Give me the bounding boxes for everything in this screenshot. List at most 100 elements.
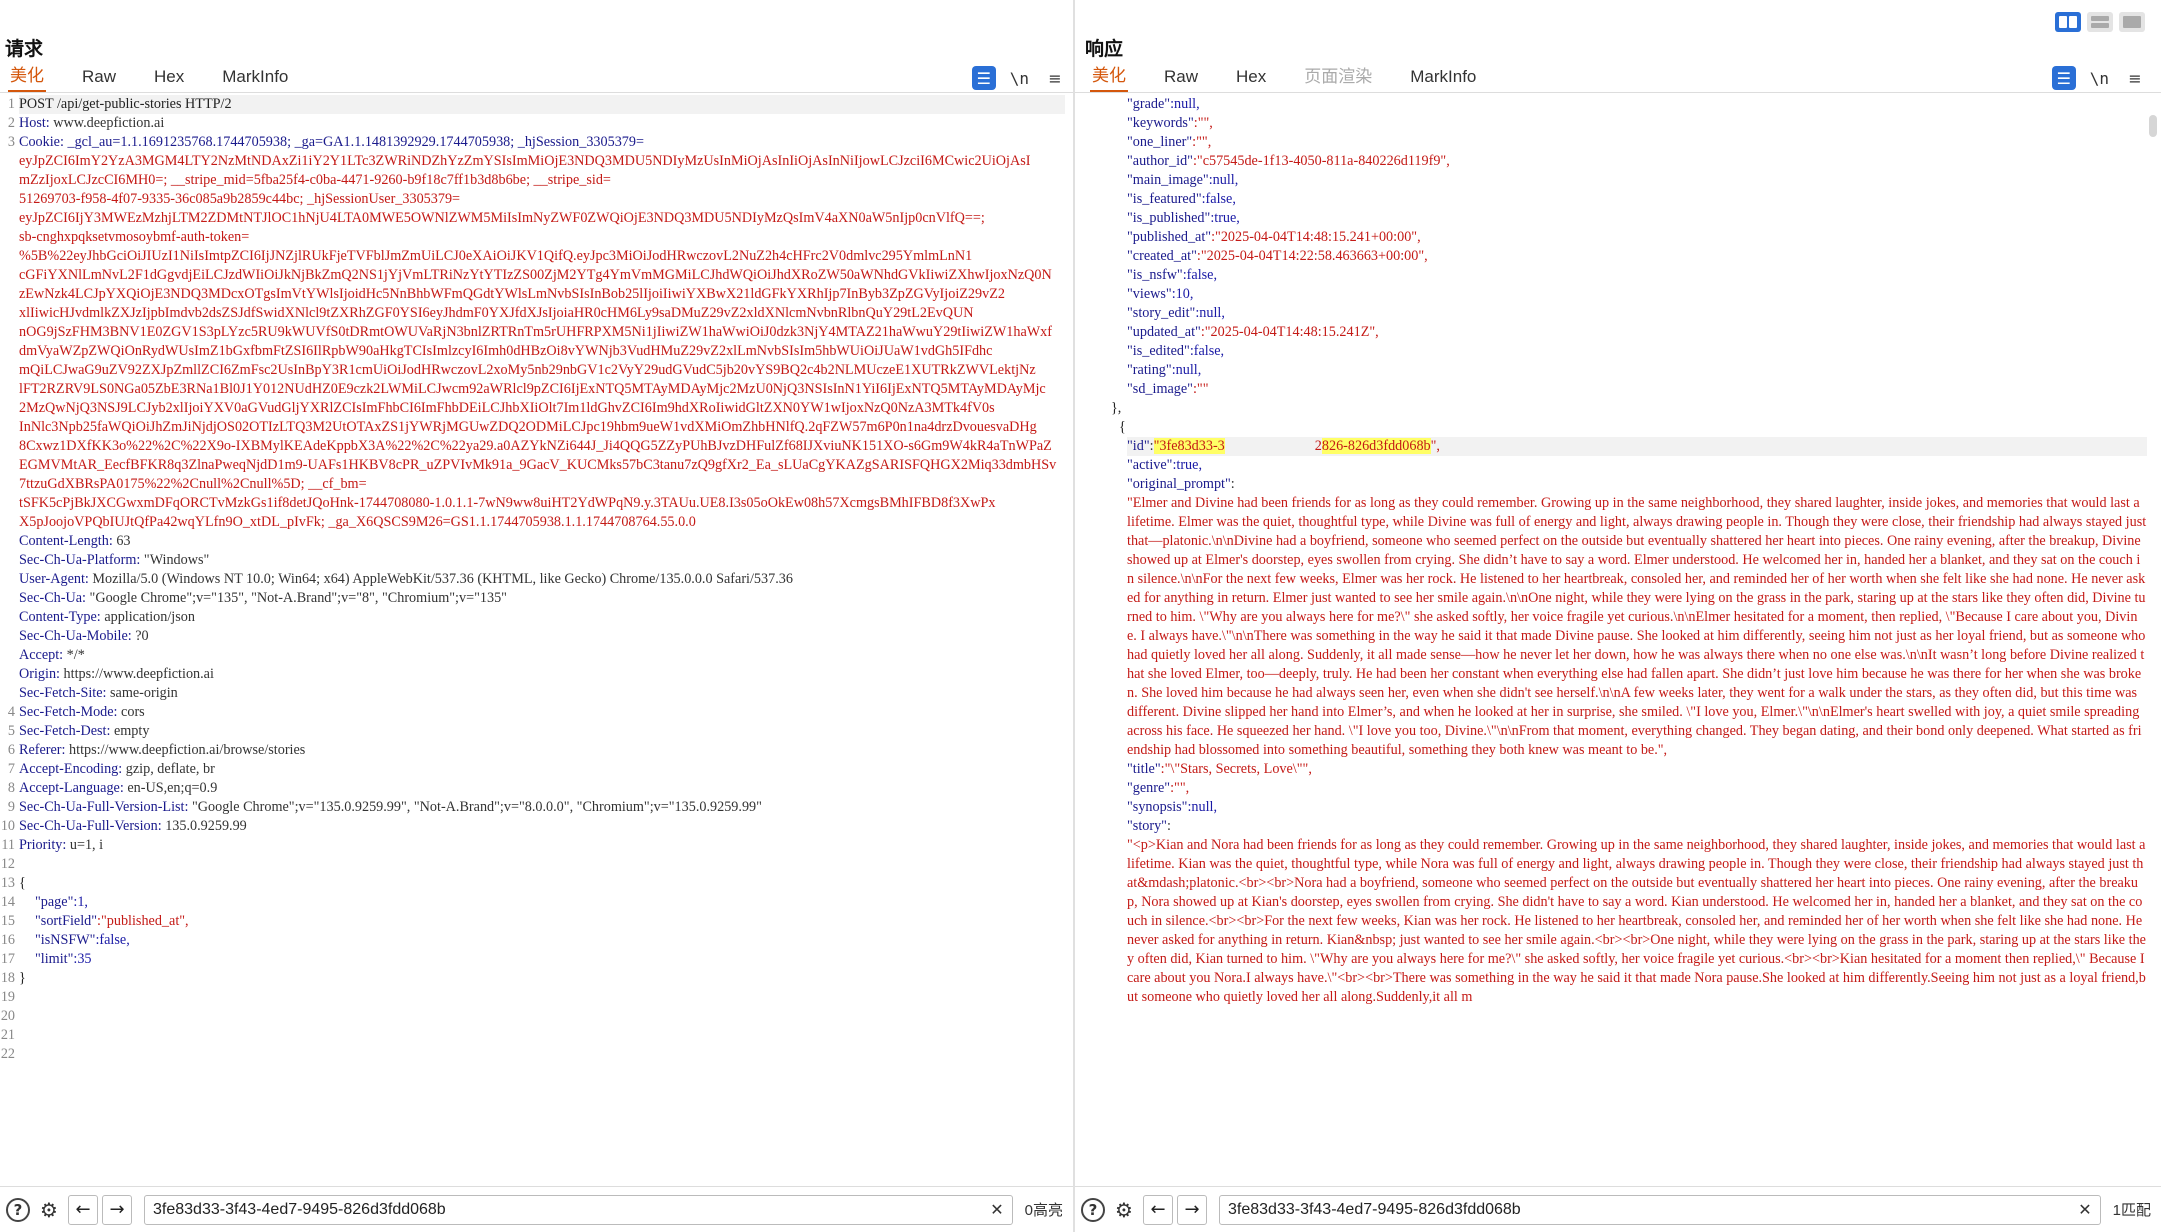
cookie-line: tSFK5cPjBkJXCGwxmDFqORCTvMzkGs1if8detJQo… — [19, 495, 996, 511]
line-number — [0, 456, 15, 475]
json-value: :false, — [95, 932, 130, 948]
next-match-button[interactable]: → — [1177, 1194, 1207, 1225]
line-number: 8 — [7, 780, 15, 796]
json-key: "limit" — [35, 951, 74, 967]
body-field: "isNSFW":false, — [19, 931, 1065, 950]
next-match-button[interactable]: → — [102, 1194, 132, 1225]
json-fields: "grade":null, "keywords":"", "one_liner":"… — [1127, 95, 2147, 399]
json-value: :"", — [1170, 780, 1190, 796]
header-value: https://www.deepfiction.ai/browse/storie… — [65, 742, 306, 758]
line-number: 9 — [7, 799, 15, 815]
header-key: Priority: — [19, 837, 67, 853]
line-number — [0, 304, 15, 323]
json-colon: : — [1166, 818, 1171, 834]
response-editor[interactable]: "grade":null, "keywords":"", "one_liner":"… — [1075, 95, 2161, 1186]
id-end: ", — [1430, 438, 1440, 454]
newline-toggle-icon[interactable]: \n — [2090, 69, 2109, 88]
request-editor[interactable]: 1 2 3 4 5 6 7 8 9 10 11 12 13 14 15 16 17 18 19 20 21 22 POST… — [0, 95, 1073, 1186]
line-number: 13 — [0, 875, 15, 891]
line-number: 22 — [0, 1046, 15, 1062]
tab-response-2[interactable]: Hex — [1234, 67, 1268, 92]
header-line: User-Agent: Mozilla/5.0 (Windows NT 10.0… — [19, 570, 1065, 589]
menu-icon[interactable]: ≡ — [2123, 66, 2147, 90]
header-line: Sec-Fetch-Mode: cors — [19, 703, 1065, 722]
json-field: "grade":null, — [1127, 95, 2147, 114]
header-key: Content-Type: — [19, 609, 101, 625]
wrap-toggle-icon[interactable]: ☰ — [971, 66, 996, 90]
line-number: 6 — [7, 742, 15, 758]
response-scrollbar[interactable] — [2149, 115, 2157, 137]
cookie-line: eyJpZCI6ImY2YzA3MGM4LTY2NzMtNDAxZi1iY2Y1… — [19, 153, 1031, 169]
arrow-right-icon: → — [109, 1199, 125, 1220]
line-number: 15 — [0, 913, 15, 929]
tab-request-1[interactable]: Raw — [80, 67, 118, 92]
header-value: empty — [110, 723, 150, 739]
cookie-line: zEwNzk4LCJpYXQiOjE3NDQ3MDcxOTgsImVtYWlsI… — [19, 286, 1005, 302]
line-number — [0, 418, 15, 437]
line-number — [0, 475, 15, 494]
header-line: Host: www.deepfiction.ai — [19, 114, 1065, 133]
json-value: :35 — [73, 951, 92, 967]
header-key: Sec-Ch-Ua: — [19, 590, 86, 606]
json-field: "is_published":true, — [1127, 209, 2147, 228]
cookie-line: 8Cxwz1DXfKK3o%22%2C%22X9o-IXBMylKEAdeKpp… — [19, 438, 1052, 454]
line-number: 16 — [0, 932, 15, 948]
json-key: "sortField" — [35, 913, 98, 929]
layout-stack-icon[interactable] — [2087, 12, 2113, 32]
header-line: Accept-Encoding: gzip, deflate, br — [19, 760, 1065, 779]
tab-request-3[interactable]: MarkInfo — [220, 67, 290, 92]
header-key: Sec-Ch-Ua-Full-Version: — [19, 818, 162, 834]
json-value: :"\"Stars, Secrets, Love\"", — [1160, 761, 1312, 777]
line-number — [0, 665, 15, 684]
cookie-header: Cookie: _gcl_au=1.1.1691235768.174470593… — [19, 133, 1065, 532]
response-content[interactable]: "grade":null, "keywords":"", "one_liner":"… — [1111, 95, 2147, 1007]
help-icon[interactable]: ? — [1081, 1197, 1105, 1222]
json-key: "is_nsfw" — [1127, 267, 1183, 283]
settings-gear-icon[interactable]: ⚙ — [1111, 1197, 1137, 1223]
tab-response-0[interactable]: 美化 — [1090, 61, 1128, 92]
json-field: "is_featured":false, — [1127, 190, 2147, 209]
help-icon[interactable]: ? — [6, 1197, 30, 1222]
json-key: "updated_at" — [1127, 324, 1201, 340]
header-key: Accept-Language: — [19, 780, 124, 796]
clear-icon[interactable]: ✕ — [2078, 1200, 2091, 1219]
json-value: :null, — [1171, 362, 1202, 378]
json-colon: : — [1149, 438, 1154, 454]
header-line: Sec-Fetch-Dest: empty — [19, 722, 1065, 741]
tab-request-2[interactable]: Hex — [152, 67, 186, 92]
cookie-line: 7ttzuGdXBRsPA0175%22%2Cnull%2Cnull%5D; _… — [19, 476, 367, 492]
response-search-input[interactable] — [1228, 1200, 2079, 1219]
json-key: "synopsis" — [1127, 799, 1188, 815]
json-original-prompt-key: "original_prompt": — [1127, 475, 2147, 494]
line-number — [0, 399, 15, 418]
tab-request-0[interactable]: 美化 — [8, 61, 46, 92]
layout-split-icon[interactable] — [2055, 12, 2081, 32]
menu-icon[interactable]: ≡ — [1043, 66, 1067, 90]
line-number — [0, 684, 15, 703]
clear-icon[interactable]: ✕ — [990, 1200, 1003, 1219]
tab-response-4[interactable]: MarkInfo — [1408, 67, 1478, 92]
header-value: https://www.deepfiction.ai — [59, 666, 214, 682]
line-number: 19 — [0, 989, 15, 1005]
prev-match-button[interactable]: ← — [68, 1194, 98, 1225]
json-field: "sd_image":"" — [1127, 380, 2147, 399]
request-match-count: 0高亮 — [1024, 1202, 1063, 1219]
tab-response-3[interactable]: 页面渲染 — [1302, 62, 1374, 92]
tab-response-1[interactable]: Raw — [1162, 67, 1200, 92]
prev-match-button[interactable]: ← — [1143, 1194, 1173, 1225]
layout-single-icon[interactable] — [2119, 12, 2145, 32]
settings-gear-icon[interactable]: ⚙ — [36, 1197, 62, 1223]
request-pane: 请求 美化 Raw Hex MarkInfo ☰ \n ≡ 1 2 3 4 5 6 7 8 9 10 11… — [0, 0, 1073, 1232]
wrap-toggle-icon[interactable]: ☰ — [2051, 66, 2076, 90]
request-content[interactable]: POST /api/get-public-stories HTTP/2 Host… — [19, 95, 1065, 988]
json-key: "author_id" — [1127, 153, 1193, 169]
json-value: :"" — [1192, 381, 1209, 397]
json-key: "sd_image" — [1127, 381, 1193, 397]
request-search-input[interactable] — [153, 1200, 991, 1219]
json-value: :"2025-04-04T14:22:58.463663+00:00", — [1196, 248, 1428, 264]
newline-toggle-icon[interactable]: \n — [1010, 69, 1029, 88]
json-field: "updated_at":"2025-04-04T14:48:15.241Z", — [1127, 323, 2147, 342]
line-number — [0, 171, 15, 190]
line-number — [0, 380, 15, 399]
